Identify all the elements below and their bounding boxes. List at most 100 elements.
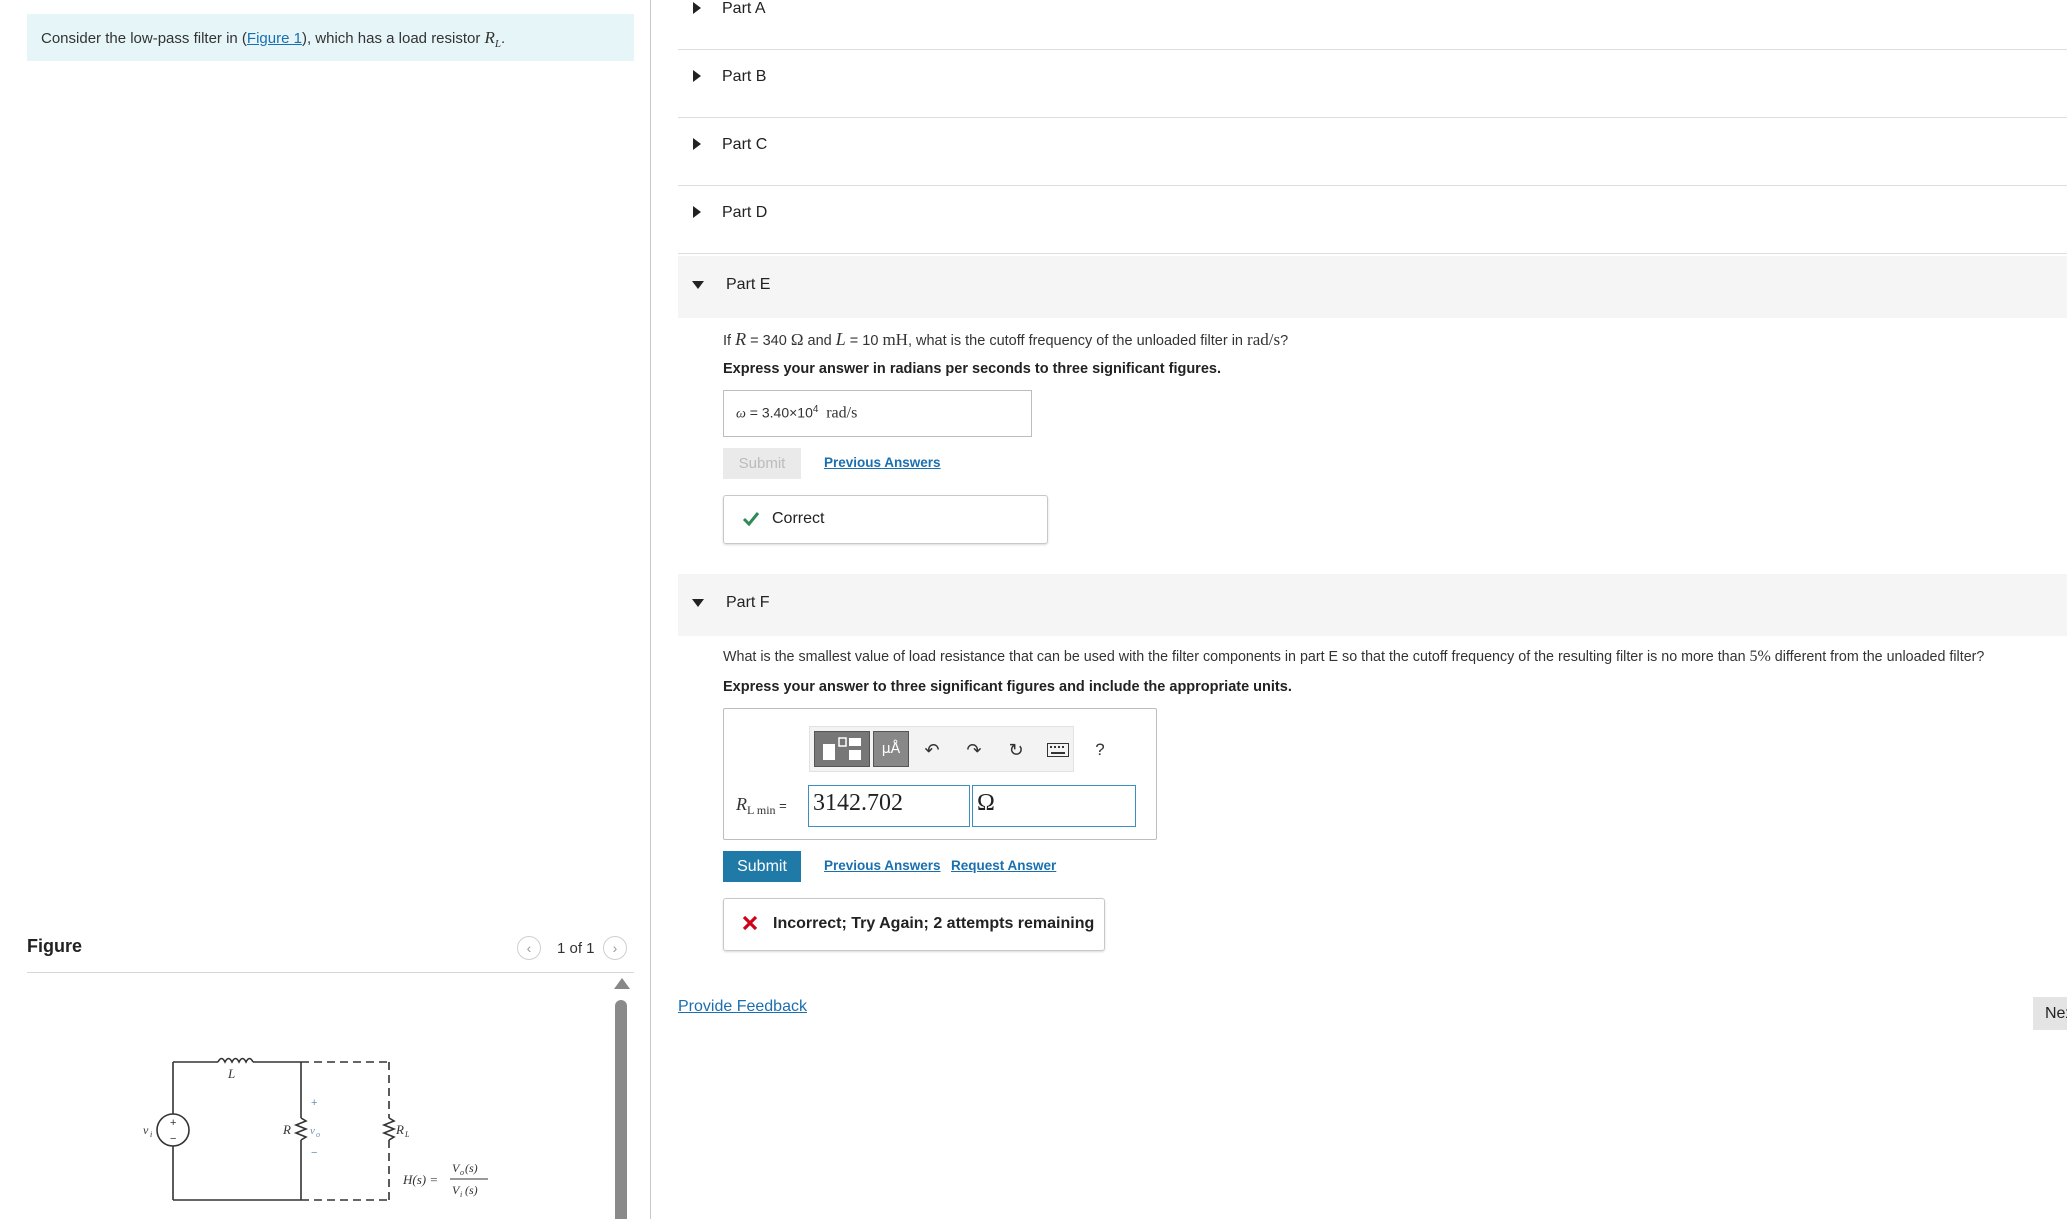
caret-right-icon xyxy=(693,138,701,150)
label-vi: v xyxy=(143,1123,149,1137)
q-unit-ohm: Ω xyxy=(790,330,804,349)
answer-exponent: 4 xyxy=(812,404,819,415)
rl-symbol: R xyxy=(484,28,495,47)
q-symbol-l: L xyxy=(835,329,846,349)
next-button[interactable]: Next xyxy=(2033,997,2067,1030)
label-den-sub: i xyxy=(460,1190,462,1199)
rl-symbol: R xyxy=(736,794,747,814)
label-num-sub: o xyxy=(460,1168,464,1177)
keyboard-icon[interactable] xyxy=(1046,738,1070,762)
part-f-previous-answers-link[interactable]: Previous Answers xyxy=(824,858,941,873)
answer-unit: rad/s xyxy=(826,404,858,422)
part-f-instruction: Express your answer to three significant… xyxy=(723,679,1292,695)
label-den-tail: (s) xyxy=(465,1183,478,1197)
part-e-question: If R = 340 Ω and L = 10 mH, what is the … xyxy=(723,329,1288,350)
part-f-label: Part F xyxy=(726,594,770,611)
vo-minus-sign: − xyxy=(311,1147,317,1159)
check-icon xyxy=(742,512,760,527)
help-button[interactable]: ? xyxy=(1088,738,1112,762)
q-text: different from the unloaded filter? xyxy=(1770,649,1985,665)
part-f-answer-box: μÅ ↶ ↷ ↻ ? RL min = 3142.702 Ω xyxy=(723,708,1157,840)
part-d-label: Part D xyxy=(722,204,768,221)
intro-prefix: Consider the low-pass filter in ( xyxy=(41,30,247,47)
pager-prev-button[interactable]: ‹ xyxy=(517,936,541,960)
keyboard-glyph xyxy=(1047,743,1069,757)
q-text: and xyxy=(803,333,836,349)
intro-suffix: ), which has a load resistor xyxy=(301,30,485,47)
chevron-right-icon: › xyxy=(612,940,618,956)
units-button[interactable]: μÅ xyxy=(873,731,909,767)
reset-icon[interactable]: ↻ xyxy=(1004,738,1028,762)
templates-icon xyxy=(823,737,861,760)
rl-eq: = xyxy=(775,798,787,813)
part-c-row[interactable]: Part C xyxy=(678,118,2067,186)
part-e-instruction: Express your answer in radians per secon… xyxy=(723,361,1221,377)
label-H: H(s) = xyxy=(402,1172,438,1187)
unit-input[interactable]: Ω xyxy=(972,785,1136,827)
part-f-submit-button[interactable]: Submit xyxy=(723,851,801,882)
label-RL-sub: L xyxy=(404,1130,410,1139)
q-unit-rads: rad/s xyxy=(1247,330,1281,349)
caret-right-icon xyxy=(693,206,701,218)
rl-min-label: RL min = xyxy=(736,794,787,818)
math-toolbar: μÅ ↶ ↷ ↻ ? xyxy=(809,726,1105,772)
undo-icon[interactable]: ↶ xyxy=(920,738,944,762)
redo-icon[interactable]: ↷ xyxy=(962,738,986,762)
part-b-label: Part B xyxy=(722,68,767,85)
part-d-row[interactable]: Part D xyxy=(678,186,2067,254)
label-L: L xyxy=(227,1066,235,1081)
label-R: R xyxy=(282,1122,291,1137)
intro-end: . xyxy=(501,30,506,47)
part-f-request-answer-link[interactable]: Request Answer xyxy=(951,858,1056,873)
figure-header: Figure ‹ 1 of 1 › xyxy=(27,930,634,973)
vo-plus-sign: + xyxy=(311,1097,317,1109)
source-plus-sign: + xyxy=(170,1117,176,1129)
figure-link[interactable]: Figure 1 xyxy=(247,30,302,47)
part-f-header[interactable]: Part F xyxy=(678,574,2067,636)
part-a-label: Part A xyxy=(722,0,766,17)
label-vo: v xyxy=(310,1125,315,1137)
close-x-icon xyxy=(742,915,758,931)
part-e-submit-button: Submit xyxy=(723,448,801,479)
q-text: If xyxy=(723,333,736,349)
figure-scrollbar-thumb[interactable] xyxy=(615,1000,627,1219)
pager-text: 1 of 1 xyxy=(557,940,595,957)
right-pane: Part A Part B Part C Part D Part E If R … xyxy=(651,0,2067,1219)
part-e-feedback-correct: Correct xyxy=(723,495,1048,544)
label-num-tail: (s) xyxy=(465,1161,478,1175)
feedback-correct-text: Correct xyxy=(772,510,825,527)
q-percent: 5% xyxy=(1749,648,1771,665)
q-text: = 10 xyxy=(845,333,883,349)
omega-symbol: ω xyxy=(736,406,746,422)
part-e-label: Part E xyxy=(726,276,771,293)
chevron-left-icon: ‹ xyxy=(526,940,532,956)
value-input[interactable]: 3142.702 xyxy=(808,785,970,827)
scroll-up-arrow-icon[interactable] xyxy=(614,978,630,989)
label-RL: R xyxy=(395,1122,404,1137)
provide-feedback-link[interactable]: Provide Feedback xyxy=(678,998,807,1016)
feedback-incorrect-text: Incorrect; Try Again; 2 attempts remaini… xyxy=(773,915,1095,932)
q-text: = 340 xyxy=(746,333,791,349)
q-text: ? xyxy=(1280,333,1289,349)
answer-eq: = xyxy=(745,404,762,421)
part-e-previous-answers-link[interactable]: Previous Answers xyxy=(824,455,941,470)
pager-next-button[interactable]: › xyxy=(603,936,627,960)
part-f-question: What is the smallest value of load resis… xyxy=(723,648,1984,666)
part-e-header[interactable]: Part E xyxy=(678,256,2067,318)
left-pane: Consider the low-pass filter in (Figure … xyxy=(0,0,651,1219)
caret-down-icon xyxy=(692,281,704,289)
circuit-diagram: L v i R v o R L H(s) = V o (s) V i (s) +… xyxy=(143,1057,488,1201)
answer-mantissa: 3.40×10 xyxy=(761,404,813,421)
part-a-row[interactable]: Part A xyxy=(678,0,2067,50)
caret-right-icon xyxy=(693,2,701,14)
part-c-label: Part C xyxy=(722,136,768,153)
q-text: , what is the cutoff frequency of the un… xyxy=(907,333,1248,349)
label-vo-sub: o xyxy=(316,1130,320,1139)
label-vi-sub: i xyxy=(150,1130,152,1139)
part-b-row[interactable]: Part B xyxy=(678,50,2067,118)
problem-intro: Consider the low-pass filter in (Figure … xyxy=(27,14,634,61)
source-minus-sign: − xyxy=(170,1133,176,1145)
templates-button[interactable] xyxy=(814,731,870,767)
q-text: What is the smallest value of load resis… xyxy=(723,649,1750,665)
q-symbol-r: R xyxy=(735,329,747,349)
